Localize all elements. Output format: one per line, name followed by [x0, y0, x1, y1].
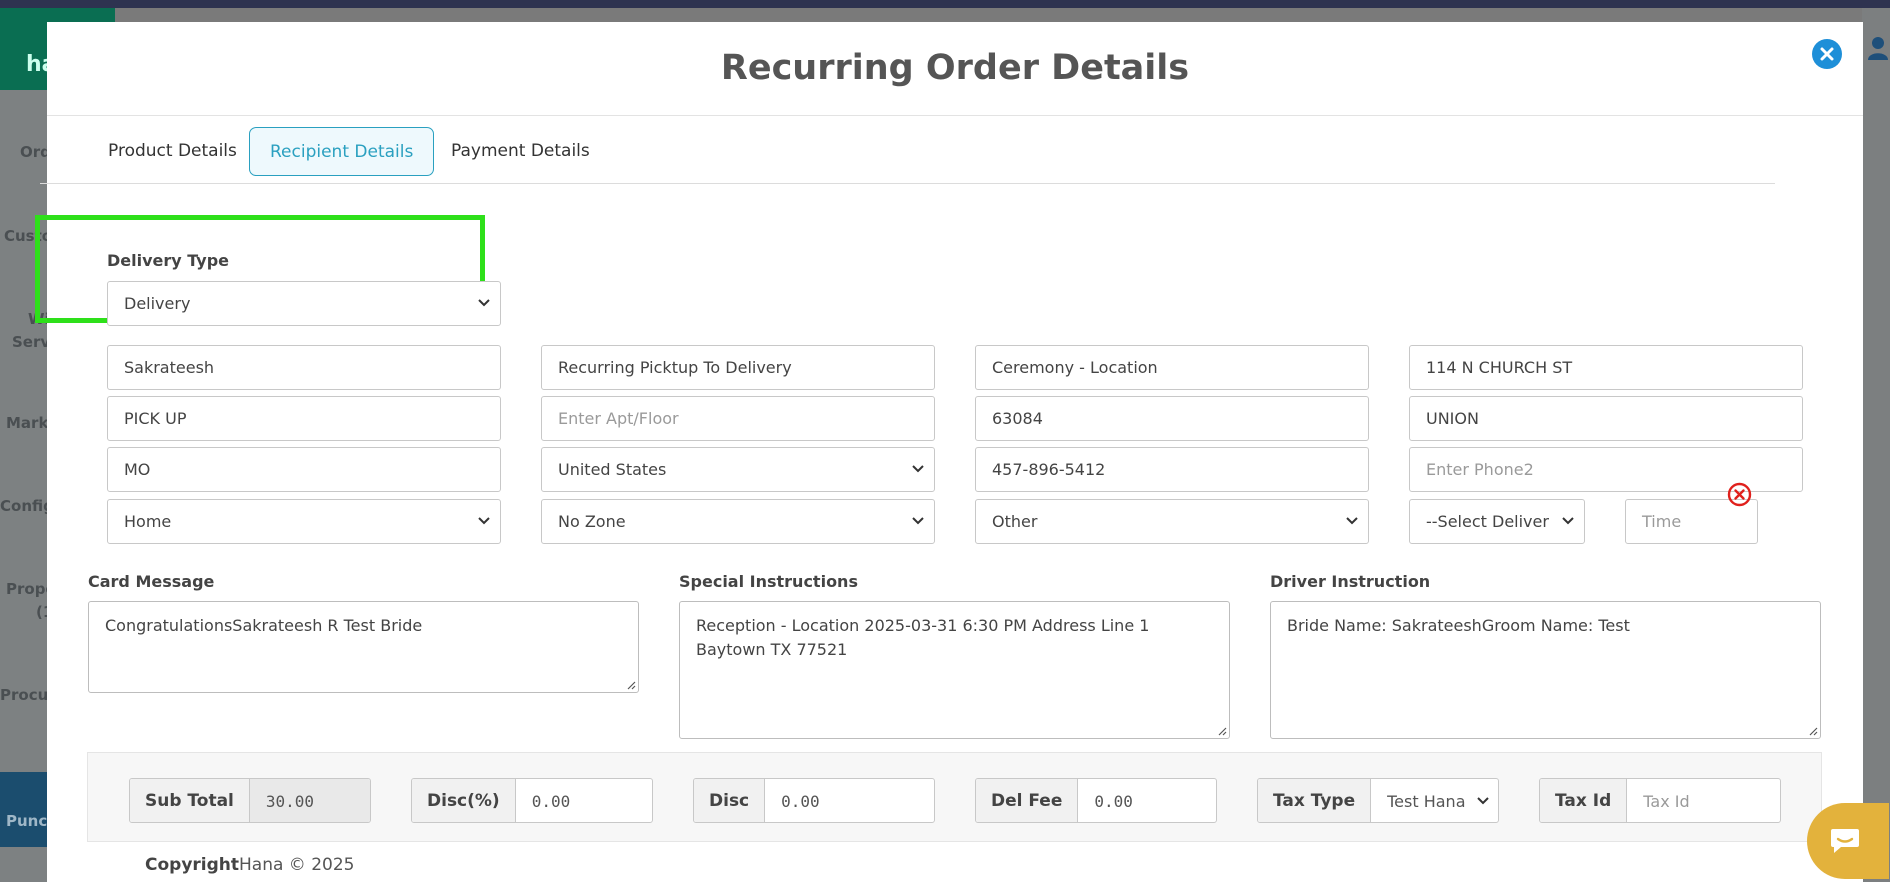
tax-id-group: Tax Id Tax Id	[1539, 778, 1781, 823]
phone1-field[interactable]: 457-896-5412	[975, 447, 1369, 492]
tab-product-details[interactable]: Product Details	[88, 127, 257, 176]
first-name-field[interactable]: Sakrateesh	[107, 345, 501, 390]
country-value: United States	[558, 460, 667, 479]
tax-id-label: Tax Id	[1540, 779, 1628, 822]
chevron-down-icon	[1346, 517, 1358, 525]
card-message-text: CongratulationsSakrateesh R Test Bride	[105, 616, 423, 635]
zip-field[interactable]: 63084	[975, 396, 1369, 441]
chevron-down-icon	[478, 299, 490, 307]
country-select[interactable]: United States	[541, 447, 935, 492]
remove-icon[interactable]	[1727, 482, 1752, 507]
chat-widget-button[interactable]	[1807, 803, 1889, 879]
tax-type-select[interactable]: Test Hana	[1371, 779, 1498, 822]
card-message-textarea[interactable]: CongratulationsSakrateesh R Test Bride	[88, 601, 639, 693]
location-field[interactable]: Ceremony - Location	[975, 345, 1369, 390]
resize-handle-icon[interactable]	[626, 680, 636, 690]
zone-select[interactable]: No Zone	[541, 499, 935, 544]
subtotal-label: Sub Total	[130, 779, 250, 822]
apt-floor-field[interactable]: Enter Apt/Floor	[541, 396, 935, 441]
tab-bar: Product Details Recipient Details Paymen…	[40, 127, 1775, 184]
copyright-label: Copyright	[145, 855, 240, 875]
address2-field[interactable]: PICK UP	[107, 396, 501, 441]
subtotal-field: 30.00	[249, 779, 370, 822]
special-instructions-text: Reception - Location 2025-03-31 6:30 PM …	[696, 616, 1150, 659]
card-message-label: Card Message	[88, 572, 215, 591]
app-header-right	[1862, 8, 1890, 882]
delivery-type-label: Delivery Type	[107, 251, 230, 270]
location-type-value: Other	[992, 512, 1038, 531]
tax-type-group: Tax Type Test Hana	[1257, 778, 1499, 823]
disc-percent-label: Disc(%)	[412, 779, 516, 822]
delivery-window-value: --Select Deliver	[1426, 512, 1549, 531]
city-field[interactable]: UNION	[1409, 396, 1803, 441]
close-button[interactable]	[1812, 39, 1842, 69]
delivery-type-select[interactable]: Delivery	[107, 281, 501, 326]
driver-instruction-textarea[interactable]: Bride Name: SakrateeshGroom Name: Test	[1270, 601, 1821, 739]
address-type-select[interactable]: Home	[107, 499, 501, 544]
chevron-down-icon	[912, 517, 924, 525]
address-type-value: Home	[124, 512, 172, 531]
del-fee-field[interactable]: 0.00	[1078, 779, 1216, 822]
chevron-down-icon	[1562, 517, 1574, 525]
chevron-down-icon	[912, 465, 924, 473]
close-icon	[1820, 47, 1834, 61]
tax-id-field[interactable]: Tax Id	[1627, 779, 1780, 822]
disc-percent-group: Disc(%) 0.00	[411, 778, 653, 823]
del-fee-label: Del Fee	[976, 779, 1079, 822]
driver-instruction-text: Bride Name: SakrateeshGroom Name: Test	[1287, 616, 1630, 635]
delivery-type-value: Delivery	[124, 294, 191, 313]
disc-percent-field[interactable]: 0.00	[516, 779, 652, 822]
del-fee-group: Del Fee 0.00	[975, 778, 1217, 823]
driver-instruction-label: Driver Instruction	[1270, 572, 1431, 591]
app-topbar	[0, 0, 1890, 8]
disc-label: Disc	[694, 779, 766, 822]
resize-handle-icon[interactable]	[1217, 726, 1227, 736]
state-field[interactable]: MO	[107, 447, 501, 492]
zone-value: No Zone	[558, 512, 626, 531]
tab-recipient-details[interactable]: Recipient Details	[249, 127, 435, 176]
chevron-down-icon	[1477, 797, 1489, 805]
chat-icon	[1831, 829, 1859, 853]
disc-group: Disc 0.00	[693, 778, 935, 823]
last-name-field[interactable]: Recurring Picktup To Delivery	[541, 345, 935, 390]
disc-field[interactable]: 0.00	[765, 779, 934, 822]
footer: CopyrightHana © 2025	[47, 847, 1863, 882]
tax-type-value: Test Hana	[1387, 792, 1466, 811]
location-type-select[interactable]: Other	[975, 499, 1369, 544]
modal-title: Recurring Order Details	[720, 48, 1190, 88]
delivery-window-select[interactable]: --Select Deliver	[1409, 499, 1585, 544]
user-icon[interactable]	[1868, 36, 1888, 60]
special-instructions-label: Special Instructions	[679, 572, 858, 591]
special-instructions-textarea[interactable]: Reception - Location 2025-03-31 6:30 PM …	[679, 601, 1230, 739]
chevron-down-icon	[478, 517, 490, 525]
tab-payment-details[interactable]: Payment Details	[431, 127, 610, 176]
address-field[interactable]: 114 N CHURCH ST	[1409, 345, 1803, 390]
subtotal-group: Sub Total 30.00	[129, 778, 371, 823]
copyright-text: Hana © 2025	[239, 855, 355, 875]
modal-header: Recurring Order Details	[47, 22, 1863, 116]
tax-type-label: Tax Type	[1258, 779, 1372, 822]
resize-handle-icon[interactable]	[1808, 726, 1818, 736]
